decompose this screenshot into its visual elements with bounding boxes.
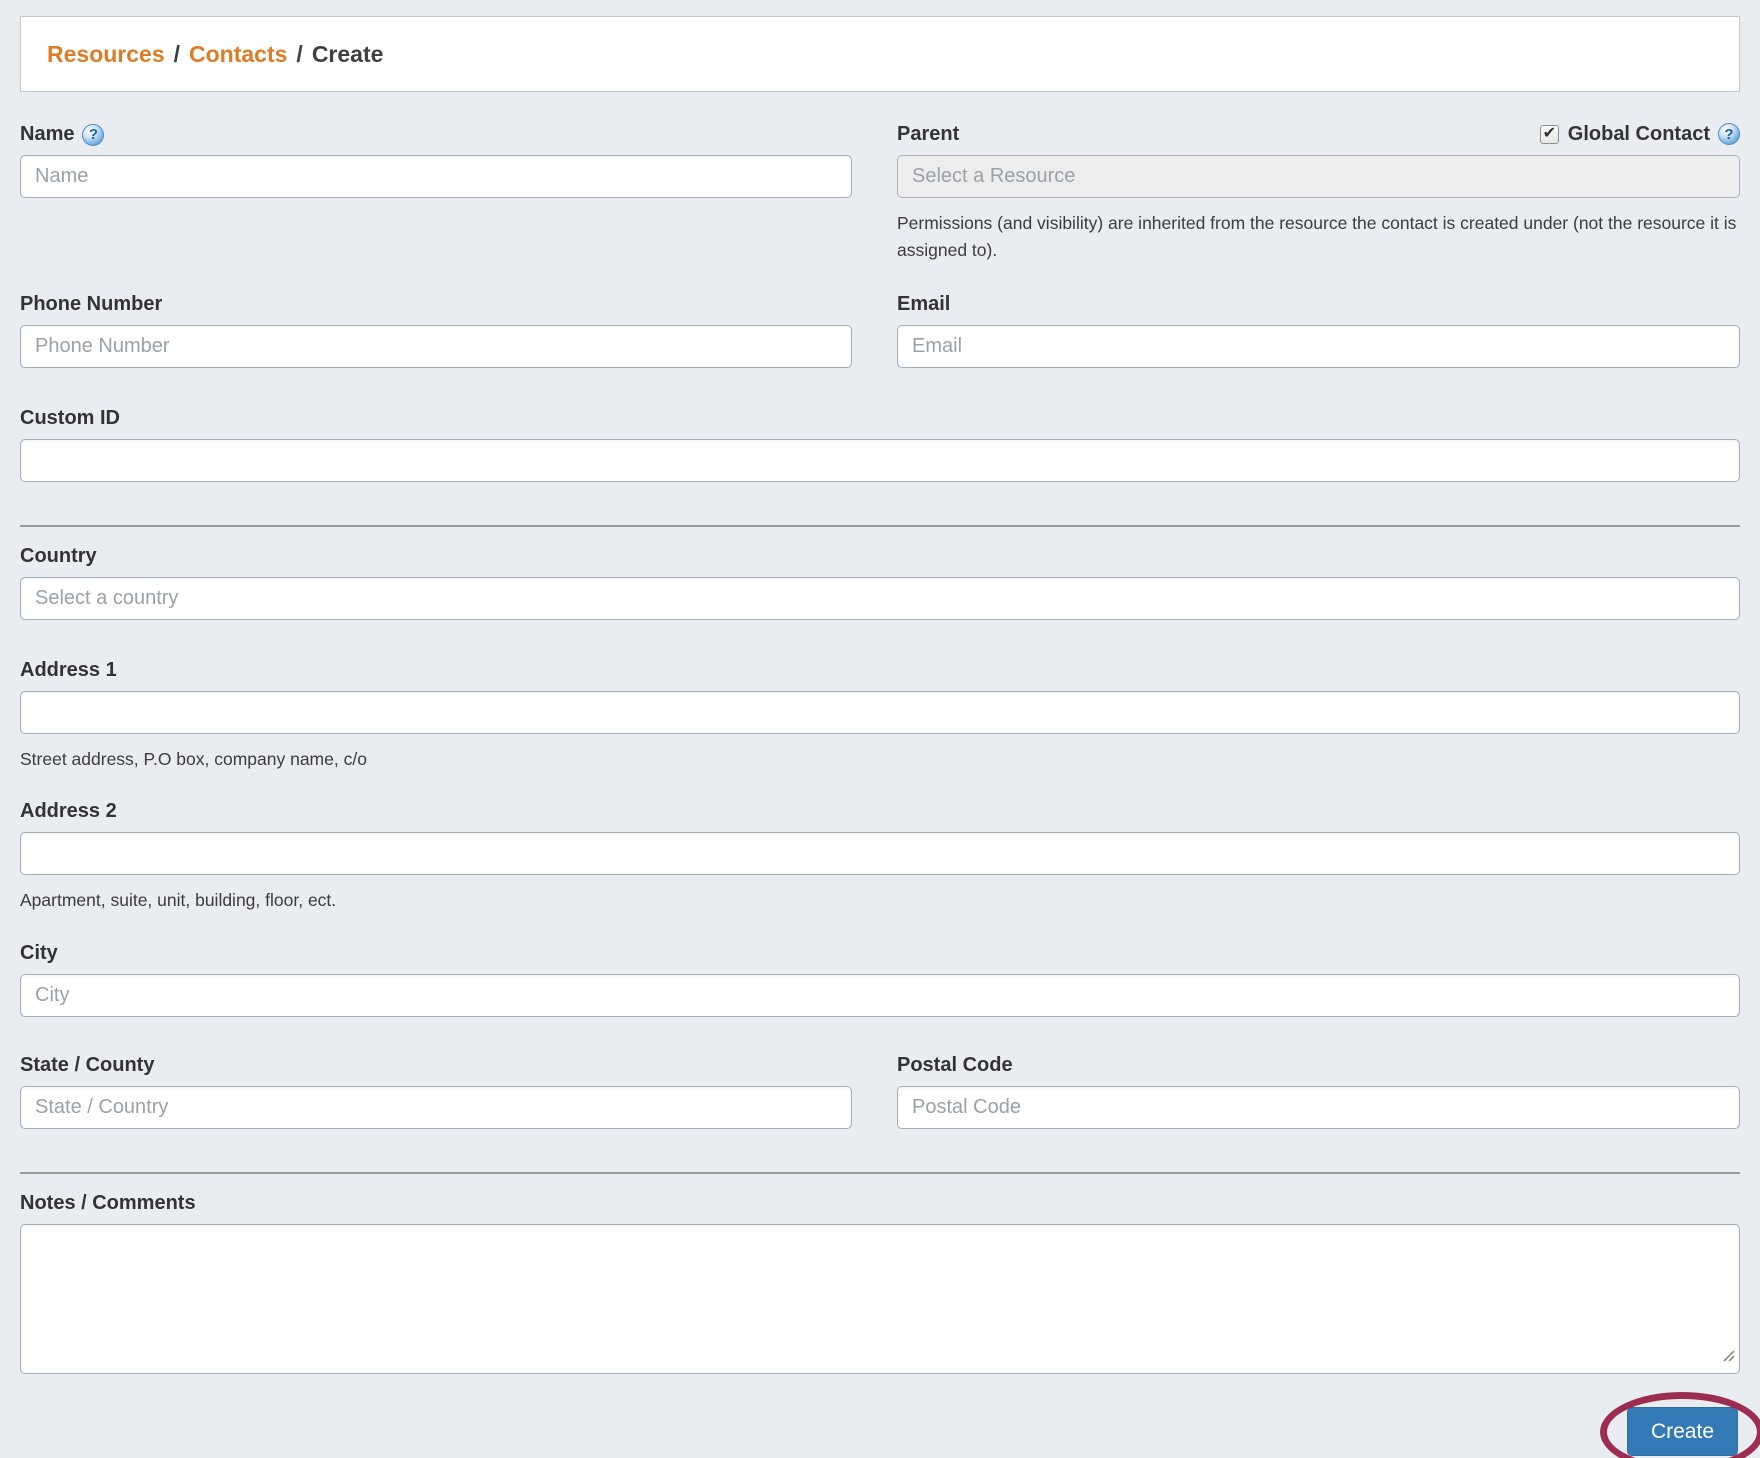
address2-label: Address 2 [20,800,117,822]
phone-field-group: Phone Number [20,292,852,368]
country-field-group: Country Select a country [20,544,1740,620]
breadcrumb: Resources / Contacts / Create [20,16,1740,92]
breadcrumb-separator: / [173,40,181,67]
global-contact-group: ✔ Global Contact ? [1539,122,1740,146]
name-label-text: Name [20,123,75,145]
address2-field-group: Address 2 Apartment, suite, unit, buildi… [20,799,1740,914]
notes-field-group: Notes / Comments [20,1191,1740,1374]
name-label: Name? [20,122,852,146]
address1-label: Address 1 [20,659,117,681]
email-field-group: Email [897,292,1740,368]
breadcrumb-current-create: Create [311,40,384,67]
city-input[interactable] [20,974,1740,1017]
address2-helper-text: Apartment, suite, unit, building, floor,… [20,890,337,910]
notes-textarea[interactable] [20,1224,1740,1374]
country-label: Country [20,545,97,567]
address1-helper-text: Street address, P.O box, company name, c… [20,749,367,769]
custom-id-input[interactable] [20,439,1740,482]
state-label: State / County [20,1054,155,1076]
email-input[interactable] [897,325,1740,368]
state-input[interactable] [20,1086,852,1129]
city-field-group: City [20,941,1740,1017]
postal-code-input[interactable] [897,1086,1740,1129]
parent-field-group: Parent ✔ Global Contact ? Select a Resou… [897,122,1740,264]
email-label: Email [897,293,951,315]
breadcrumb-separator: / [296,40,303,67]
phone-label: Phone Number [20,293,163,315]
parent-label: Parent [897,123,960,145]
name-field-group: Name? [20,122,852,264]
parent-select[interactable]: Select a Resource [897,155,1740,198]
address2-input[interactable] [20,832,1740,875]
breadcrumb-contacts-link[interactable]: Contacts [189,41,287,68]
help-icon[interactable]: ? [1718,123,1740,145]
section-divider [20,525,1740,527]
country-select[interactable]: Select a country [20,577,1740,620]
parent-select-value: Select a Resource [912,165,1076,187]
city-label: City [20,942,58,964]
state-field-group: State / County [20,1053,852,1129]
name-input[interactable] [20,155,852,198]
address1-input[interactable] [20,691,1740,734]
global-contact-label: Global Contact [1567,123,1710,145]
help-icon[interactable]: ? [82,123,105,146]
postal-code-field-group: Postal Code [897,1053,1740,1129]
notes-label: Notes / Comments [20,1192,196,1214]
form-actions: Create [20,1391,1760,1458]
create-contact-page: Resources / Contacts / Create Name? Pare… [0,16,1760,1458]
custom-id-field-group: Custom ID [20,406,1740,482]
global-contact-checkbox[interactable]: ✔ [1539,124,1559,144]
address1-field-group: Address 1 Street address, P.O box, compa… [20,658,1740,773]
country-select-value: Select a country [35,587,179,609]
create-button[interactable]: Create [1626,1407,1738,1456]
custom-id-label: Custom ID [20,407,120,429]
phone-input[interactable] [20,325,852,368]
parent-helper-text: Permissions (and visibility) are inherit… [897,213,1737,260]
postal-code-label: Postal Code [897,1054,1013,1076]
breadcrumb-resources-link[interactable]: Resources [47,41,165,68]
section-divider [20,1172,1740,1174]
